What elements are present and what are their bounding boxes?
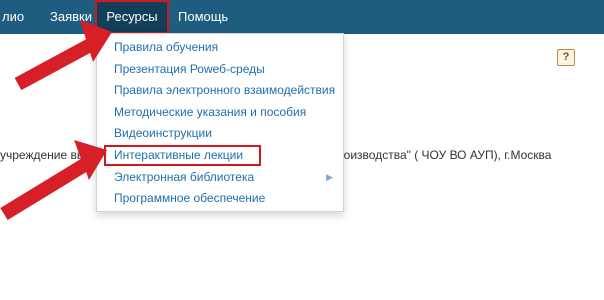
menu-item-guidelines[interactable]: Методические указания и пособия bbox=[97, 102, 343, 123]
nav-item-portfolio[interactable]: лио bbox=[0, 0, 28, 34]
menu-item-training-rules[interactable]: Правила обучения bbox=[97, 37, 343, 58]
menu-item-e-library[interactable]: Электронная библиотека ▶ bbox=[97, 167, 343, 188]
help-button[interactable]: ? bbox=[557, 49, 575, 66]
org-name-text-left: учреждение выс bbox=[0, 148, 92, 162]
menu-item-e-interaction-rules[interactable]: Правила электронного взаимодействия bbox=[97, 80, 343, 101]
menu-item-interactive-lectures[interactable]: Интерактивные лекции bbox=[104, 145, 261, 166]
nav-item-resources[interactable]: Ресурсы bbox=[95, 0, 169, 34]
menu-item-software[interactable]: Программное обеспечение bbox=[97, 188, 343, 209]
caret-right-icon: ▶ bbox=[326, 172, 333, 182]
nav-item-requests[interactable]: Заявки bbox=[44, 0, 98, 34]
nav-item-help[interactable]: Помощь bbox=[172, 0, 234, 34]
menu-item-presentation[interactable]: Презентация Роwеб-среды bbox=[97, 59, 343, 80]
menu-item-e-library-label: Электронная библиотека bbox=[114, 170, 255, 184]
org-name-text-right: роизводства" ( ЧОУ ВО АУП), г.Москва bbox=[337, 148, 552, 162]
top-navbar: лио Заявки Ресурсы Помощь bbox=[0, 0, 604, 34]
resources-dropdown-menu: Правила обучения Презентация Роwеб-среды… bbox=[96, 33, 344, 212]
menu-item-video-instructions[interactable]: Видеоинструкции bbox=[97, 123, 343, 144]
